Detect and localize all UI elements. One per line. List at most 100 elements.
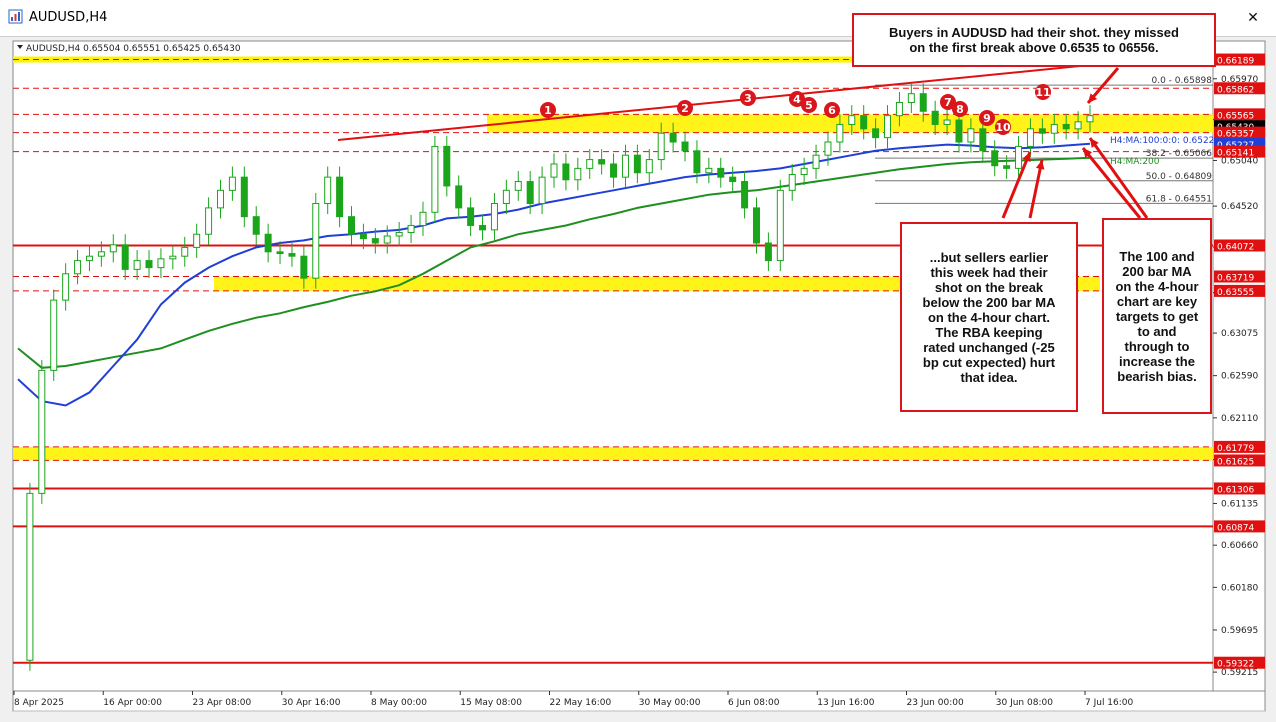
candle-body <box>1026 128 1034 147</box>
candle-body <box>419 211 427 226</box>
candle-body <box>228 176 236 191</box>
candle-body <box>205 207 213 235</box>
candle-body <box>598 159 606 165</box>
candle-body <box>657 132 665 161</box>
candle-body <box>538 176 546 205</box>
candle-body <box>193 233 201 248</box>
candle-body <box>860 115 868 130</box>
time-tick-label: 15 May 08:00 <box>460 698 522 708</box>
candle-body <box>919 93 927 112</box>
fibonacci-label: 0.0 - 0.65898 <box>1152 76 1213 86</box>
swing-marker-label: 4 <box>793 93 801 106</box>
candle-body <box>991 150 999 167</box>
chart-window: AUDUSD,H4 – □ ✕ 0.0 - 0.6589838.2 - 0.65… <box>0 0 1276 722</box>
candle-body <box>729 176 737 183</box>
price-tick-label: 0.59695 <box>1221 626 1258 636</box>
candle-body <box>216 189 224 209</box>
swing-marker-label: 11 <box>1035 86 1050 99</box>
price-level-badge-label: 0.61306 <box>1217 485 1254 495</box>
annotation-moving-averages: The 100 and 200 bar MA on the 4-hour cha… <box>1102 218 1212 414</box>
time-tick-label: 22 May 16:00 <box>550 698 612 708</box>
candle-body <box>26 492 34 661</box>
swing-marker-label: 10 <box>995 121 1011 134</box>
candle-body <box>621 154 629 178</box>
price-level-badge-label: 0.66189 <box>1217 57 1254 67</box>
candle-body <box>383 235 391 244</box>
candle-body <box>562 163 570 181</box>
swing-marker-label: 9 <box>983 112 991 125</box>
price-tick-label: 0.61135 <box>1221 499 1258 509</box>
candle-body <box>1050 123 1058 134</box>
candle-body <box>741 181 749 209</box>
candle-body <box>490 203 498 231</box>
time-tick-label: 23 Apr 08:00 <box>193 698 252 708</box>
candle-body <box>574 167 582 181</box>
candle-body <box>467 207 475 226</box>
candle-body <box>348 216 356 235</box>
candle-body <box>169 255 177 260</box>
time-tick-label: 16 Apr 00:00 <box>103 698 162 708</box>
price-level-badge-label: 0.65141 <box>1217 149 1254 159</box>
price-level-badge-label: 0.63719 <box>1217 273 1254 283</box>
candle-body <box>907 93 915 103</box>
candle-body <box>312 203 320 279</box>
candle-body <box>1015 145 1023 169</box>
price-level-badge-label: 0.65862 <box>1217 85 1254 95</box>
fibonacci-label: 61.8 - 0.64551 <box>1146 194 1212 204</box>
price-level-badge-label: 0.64072 <box>1217 242 1254 252</box>
candle-body <box>157 258 165 269</box>
candle-body <box>109 244 117 253</box>
candle-body <box>407 224 415 233</box>
candle-body <box>181 246 189 257</box>
swing-marker-label: 1 <box>544 104 552 117</box>
price-level-badge-label: 0.61625 <box>1217 457 1254 467</box>
candle-body <box>705 167 713 174</box>
candle-body <box>848 115 856 125</box>
candle-body <box>1062 123 1070 130</box>
candle-body <box>752 207 760 244</box>
price-tick-label: 0.60180 <box>1221 583 1258 593</box>
candle-body <box>85 255 93 262</box>
candle-body <box>359 233 367 240</box>
annotation-buyers: Buyers in AUDUSD had their shot. they mi… <box>852 13 1216 67</box>
candle-body <box>967 128 975 143</box>
price-level-badge-label: 0.63555 <box>1217 288 1254 298</box>
candle-body <box>252 216 260 235</box>
time-tick-label: 23 Jun 00:00 <box>907 698 964 708</box>
candle-body <box>836 123 844 143</box>
candle-body <box>1086 115 1094 123</box>
swing-marker-label: 7 <box>944 96 952 109</box>
candle-body <box>479 224 487 231</box>
candle-body <box>681 141 689 152</box>
candle-body <box>610 163 618 178</box>
price-chart[interactable]: 0.0 - 0.6589838.2 - 0.6506650.0 - 0.6480… <box>0 0 1276 722</box>
candle-body <box>288 253 296 257</box>
candle-body <box>121 244 129 270</box>
price-tick-label: 0.62590 <box>1221 372 1258 382</box>
time-tick-label: 8 May 00:00 <box>371 698 427 708</box>
candle-body <box>276 251 284 255</box>
candle-body <box>324 176 332 205</box>
candle-body <box>97 251 105 257</box>
candle-body <box>371 238 379 244</box>
candle-body <box>895 101 903 117</box>
candle-body <box>550 163 558 178</box>
candle-body <box>955 119 963 143</box>
annotation-sellers: ...but sellers earlier this week had the… <box>900 222 1078 412</box>
candle-body <box>443 145 451 187</box>
swing-marker-label: 8 <box>956 103 964 116</box>
candle-body <box>240 176 248 218</box>
time-tick-label: 30 Jun 08:00 <box>996 698 1053 708</box>
candle-body <box>979 128 987 152</box>
price-tick-label: 0.60660 <box>1221 541 1258 551</box>
swing-marker-label: 3 <box>744 92 752 105</box>
price-tick-label: 0.64520 <box>1221 202 1258 212</box>
ma100-label: H4:MA:100:0:0: 0.65227 <box>1110 136 1220 146</box>
symbol-info: AUDUSD,H4 0.65504 0.65551 0.65425 0.6543… <box>26 44 241 54</box>
candle-body <box>50 299 58 371</box>
candle-body <box>336 176 344 218</box>
candle-body <box>38 369 46 494</box>
swing-marker-label: 2 <box>681 102 689 115</box>
candle-body <box>800 167 808 176</box>
candle-body <box>931 110 939 125</box>
